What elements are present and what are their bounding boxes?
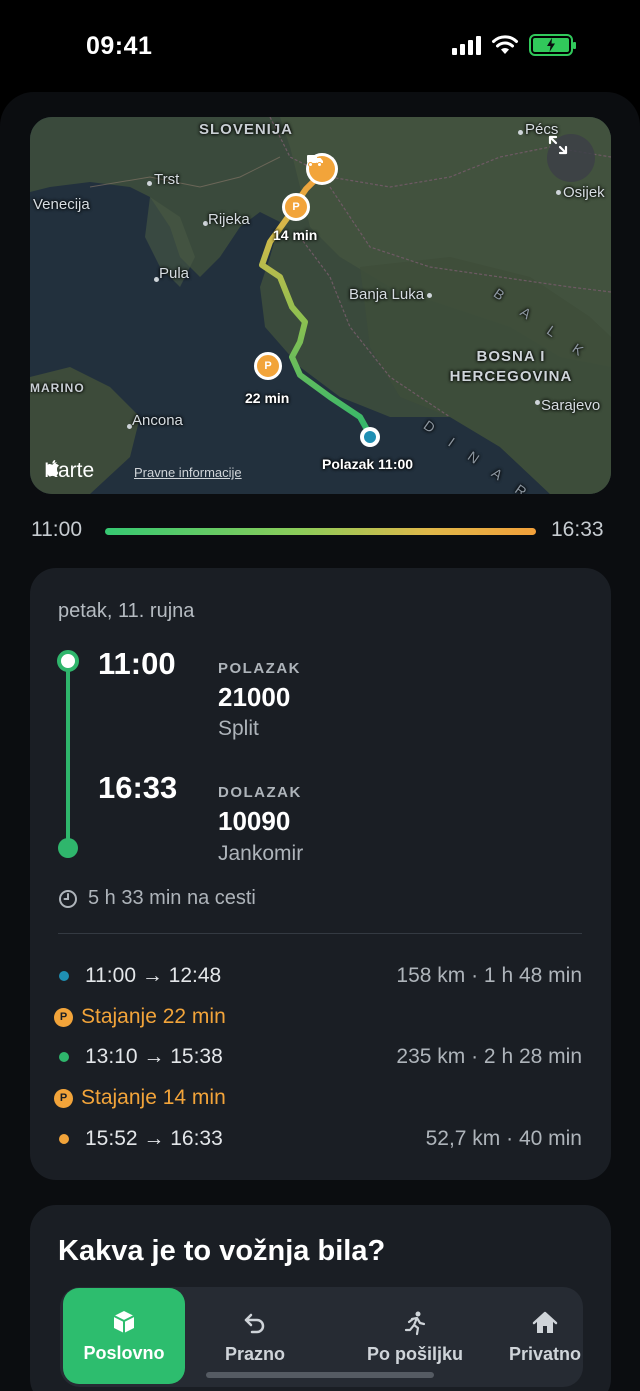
segment-dot: [59, 1134, 69, 1144]
timebar-start: 11:00: [31, 518, 82, 541]
arrival-label: DOLAZAK: [218, 784, 302, 801]
status-icons: [452, 34, 576, 56]
departure-time: 11:00: [98, 646, 176, 681]
map-label-marino: MARINO: [30, 381, 85, 395]
map-label-pula: Pula: [159, 265, 190, 282]
option-private-button[interactable]: Privatno: [480, 1287, 610, 1387]
truck-icon: [307, 155, 323, 167]
divider: [58, 933, 582, 934]
trip-type-card: Kakva je to vožnja bila? Poslovno Prazno…: [30, 1205, 611, 1391]
clock-icon: [59, 889, 77, 908]
parking-stop-pin[interactable]: P: [254, 352, 282, 380]
running-person-icon: [404, 1311, 426, 1335]
parking-icon: P: [54, 1088, 73, 1108]
map-label-osijek: Osijek: [563, 184, 605, 201]
timebar-end: 16:33: [551, 518, 604, 541]
home-indicator[interactable]: [206, 1372, 434, 1378]
wifi-icon: [492, 35, 518, 54]
map-label-ancona: Ancona: [132, 412, 183, 429]
trip-progress-bar: [105, 528, 536, 535]
stop-row: P Stajanje 14 min: [54, 1083, 582, 1113]
stop-duration-label: 14 min: [273, 227, 318, 243]
status-bar: 09:41: [0, 0, 640, 92]
segment-row: 11:00 → 12:48 158 km · 1 h 48 min: [58, 961, 582, 991]
map-label-slovenia: SLOVENIJA: [199, 121, 294, 138]
trip-details-card: petak, 11. rujna 11:00 POLAZAK 21000 Spl…: [30, 568, 611, 1180]
package-icon: [113, 1310, 135, 1333]
option-business-button[interactable]: Poslovno: [63, 1288, 185, 1384]
arrival-postal-code: 10090: [218, 806, 291, 836]
parking-stop-pin[interactable]: P: [282, 193, 310, 221]
expand-icon: [548, 135, 568, 155]
stop-duration-label: 22 min: [245, 390, 290, 406]
city-dot: [147, 181, 152, 186]
origin-pin[interactable]: [360, 427, 380, 447]
status-time: 09:41: [86, 32, 153, 60]
departure-city: Split: [218, 717, 259, 740]
city-dot: [556, 190, 561, 195]
trip-type-question: Kakva je to vožnja bila?: [58, 1235, 386, 1267]
maps-brand: Karte: [44, 459, 95, 482]
timeline-end-dot: [58, 838, 78, 858]
city-dot: [518, 130, 523, 135]
home-icon: [532, 1311, 558, 1333]
map-label-venecija: Venecija: [33, 196, 90, 213]
parking-icon: P: [54, 1007, 73, 1027]
cellular-signal-icon: [452, 35, 481, 55]
map-label-sarajevo: Sarajevo: [541, 397, 601, 414]
apple-logo-icon: [46, 460, 59, 477]
legal-link[interactable]: Pravne informacije: [134, 465, 242, 480]
map-label-rijeka: Rijeka: [208, 211, 250, 228]
map-label-trst: Trst: [154, 171, 180, 188]
city-dot: [535, 400, 540, 405]
expand-map-button[interactable]: [547, 134, 595, 182]
map-label-bosnia: BOSNA I HERCEGOVINA: [449, 348, 573, 385]
segment-dot: [59, 1052, 69, 1062]
departure-label: POLAZAK: [218, 660, 301, 677]
timeline-line: [66, 664, 70, 850]
trip-date: petak, 11. rujna: [58, 600, 195, 622]
departure-postal-code: 21000: [218, 682, 291, 712]
timeline-start-dot: [57, 650, 79, 672]
origin-label: Polazak 11:00: [322, 456, 414, 472]
battery-icon: [529, 34, 576, 56]
route-map[interactable]: SLOVENIJA Pécs Trst Osijek Venecija Rije…: [30, 117, 611, 494]
destination-pin[interactable]: [306, 153, 338, 185]
segment-row: 15:52 → 16:33 52,7 km · 40 min: [58, 1124, 582, 1154]
return-arrow-icon: [244, 1313, 265, 1333]
city-dot: [427, 293, 432, 298]
arrival-city: Jankomir: [218, 842, 304, 865]
arrival-time: 16:33: [98, 770, 178, 805]
trip-duration: 5 h 33 min na cesti: [58, 887, 256, 910]
stop-row: P Stajanje 22 min: [54, 1002, 582, 1032]
segment-row: 13:10 → 15:38 235 km · 2 h 28 min: [58, 1042, 582, 1072]
segment-dot: [59, 971, 69, 981]
map-label-banja-luka: Banja Luka: [349, 286, 425, 303]
